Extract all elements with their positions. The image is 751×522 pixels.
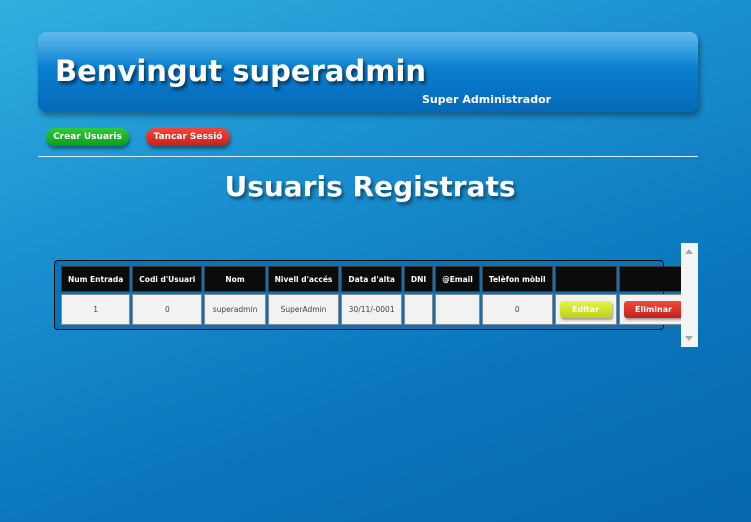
cell-nom: superadmin — [204, 294, 266, 325]
column-header-dni: DNI — [403, 266, 434, 292]
cell-edit: Editar — [554, 294, 617, 325]
table-header-row: Num Entrada Codi d'Usuari Nom Nivell d'a… — [61, 266, 689, 292]
page-title: Usuaris Registrats — [224, 170, 516, 203]
vertical-scrollbar[interactable] — [681, 243, 698, 347]
create-users-button[interactable]: Crear Usuaris — [46, 128, 129, 146]
cell-delete: Eliminar — [618, 294, 689, 325]
table-row: 1 0 superadmin SuperAdmin 30/11/-0001 0 … — [61, 294, 689, 325]
column-header-telefon: Telèfon mòbil — [481, 266, 553, 292]
column-header-delete — [618, 266, 689, 292]
logout-button[interactable]: Tancar Sessió — [146, 128, 230, 146]
cell-email — [435, 294, 480, 325]
cell-data-alta: 30/11/-0001 — [341, 294, 402, 325]
divider — [38, 156, 698, 157]
column-header-num-entrada: Num Entrada — [61, 266, 131, 292]
column-header-codi-usuari: Codi d'Usuari — [132, 266, 203, 292]
scroll-down-arrow-icon[interactable] — [685, 336, 693, 341]
delete-button[interactable]: Eliminar — [623, 301, 684, 318]
scroll-up-arrow-icon[interactable] — [685, 249, 693, 254]
cell-dni — [403, 294, 434, 325]
cell-telefon: 0 — [481, 294, 553, 325]
column-header-data-alta: Data d'alta — [341, 266, 402, 292]
welcome-title: Benvingut superadmin — [55, 54, 427, 88]
column-header-nom: Nom — [204, 266, 266, 292]
cell-codi-usuari: 0 — [132, 294, 203, 325]
column-header-edit — [554, 266, 617, 292]
cell-nivell: SuperAdmin — [267, 294, 340, 325]
user-role-label: Super Administrador — [422, 93, 552, 106]
edit-button[interactable]: Editar — [559, 301, 612, 318]
cell-num-entrada: 1 — [61, 294, 131, 325]
users-table-container: Num Entrada Codi d'Usuari Nom Nivell d'a… — [54, 260, 689, 330]
column-header-nivell: Nivell d'accés — [267, 266, 340, 292]
users-table: Num Entrada Codi d'Usuari Nom Nivell d'a… — [59, 264, 691, 327]
column-header-email: @Email — [435, 266, 480, 292]
header-banner: Benvingut superadmin Super Administrador — [38, 32, 698, 112]
